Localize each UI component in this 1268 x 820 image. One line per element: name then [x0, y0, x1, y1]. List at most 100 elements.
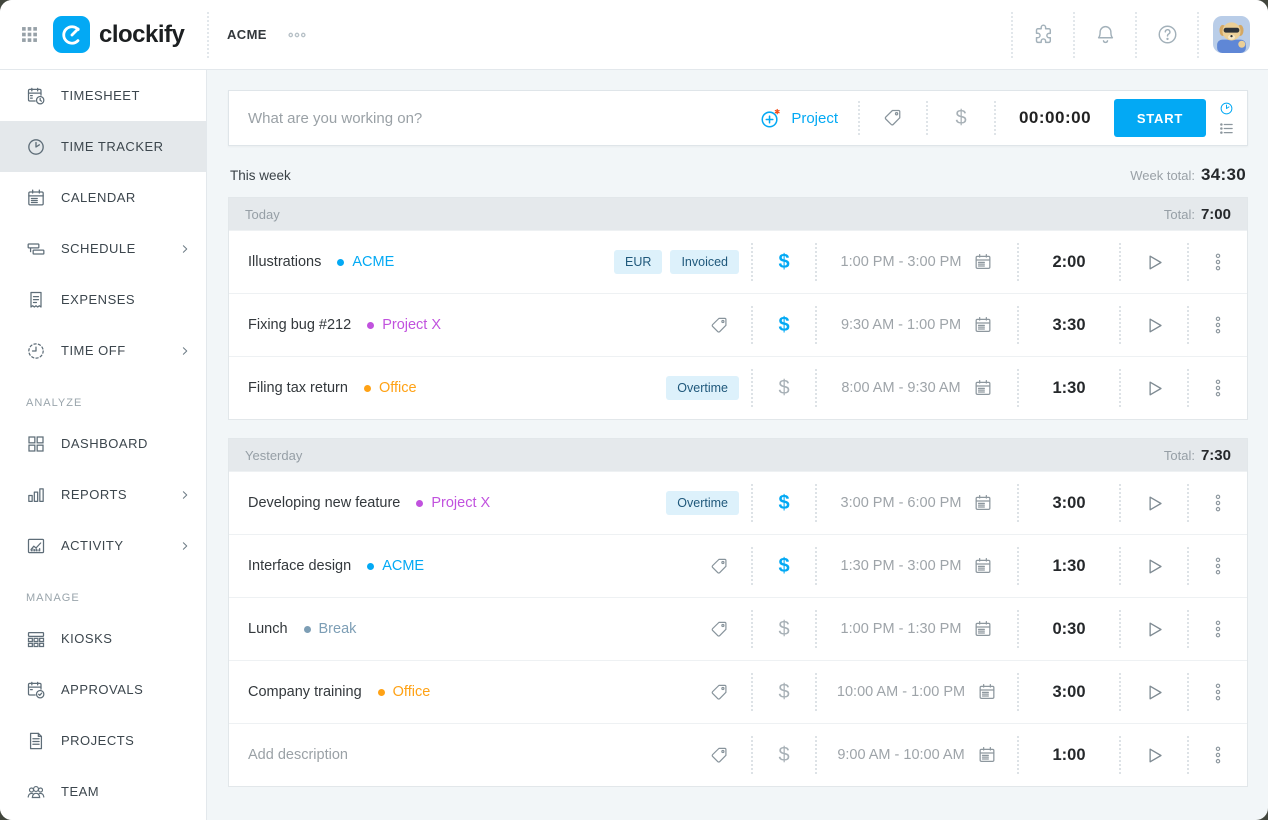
- tags-button[interactable]: [699, 316, 739, 335]
- sidebar-item-kiosks[interactable]: KIOSKS: [0, 613, 206, 664]
- time-range[interactable]: 1:00 PM - 1:30 PM: [841, 621, 962, 637]
- calendar-icon[interactable]: [973, 493, 993, 513]
- tags-button[interactable]: [699, 683, 739, 702]
- entry-menu-button[interactable]: [1189, 378, 1247, 398]
- billable-toggle[interactable]: $: [753, 745, 815, 765]
- calendar-icon[interactable]: [977, 682, 997, 702]
- time-range[interactable]: 8:00 AM - 9:30 AM: [841, 380, 960, 396]
- sidebar-item-reports[interactable]: REPORTS: [0, 469, 206, 520]
- sidebar-item-team[interactable]: TEAM: [0, 766, 206, 817]
- workspace-area: ACME: [209, 25, 1011, 45]
- sidebar-item-timesheet[interactable]: TIMESHEET: [0, 70, 206, 121]
- entry-menu-button[interactable]: [1189, 493, 1247, 513]
- sidebar-item-expenses[interactable]: EXPENSES: [0, 274, 206, 325]
- notifications-button[interactable]: [1075, 0, 1135, 69]
- workspace-menu-icon[interactable]: [287, 25, 307, 45]
- entry-description[interactable]: Company training: [248, 684, 362, 700]
- entry-description[interactable]: Lunch: [248, 621, 288, 637]
- sidebar-item-dashboard[interactable]: DASHBOARD: [0, 418, 206, 469]
- calendar-icon[interactable]: [977, 745, 997, 765]
- sidebar-item-approvals[interactable]: APPROVALS: [0, 664, 206, 715]
- entry-project[interactable]: Office: [363, 380, 417, 396]
- billable-toggle[interactable]: $: [753, 378, 815, 398]
- entry-duration[interactable]: 3:00: [1019, 683, 1119, 702]
- entry-duration[interactable]: 3:30: [1019, 316, 1119, 335]
- billable-toggle[interactable]: $: [928, 108, 994, 128]
- billable-toggle[interactable]: $: [753, 556, 815, 576]
- continue-entry-button[interactable]: [1121, 619, 1187, 640]
- calendar-icon[interactable]: [973, 252, 993, 272]
- entry-duration[interactable]: 3:00: [1019, 494, 1119, 513]
- entry-description-placeholder[interactable]: Add description: [248, 747, 348, 763]
- continue-entry-button[interactable]: [1121, 556, 1187, 577]
- timer-mode-icon[interactable]: [1219, 101, 1234, 116]
- entry-menu-button[interactable]: [1189, 682, 1247, 702]
- entry-project[interactable]: ACME: [337, 254, 394, 270]
- manual-mode-icon[interactable]: [1219, 121, 1234, 136]
- tags-button[interactable]: [860, 108, 926, 128]
- entry-menu-button[interactable]: [1189, 745, 1247, 765]
- tags-button[interactable]: [699, 557, 739, 576]
- sidebar-item-calendar[interactable]: CALENDAR: [0, 172, 206, 223]
- sidebar-item-activity[interactable]: ACTIVITY: [0, 520, 206, 571]
- continue-entry-button[interactable]: [1121, 252, 1187, 273]
- workspace-name[interactable]: ACME: [227, 27, 267, 42]
- description-input[interactable]: [248, 109, 740, 127]
- entry-description[interactable]: Filing tax return: [248, 380, 348, 396]
- time-range[interactable]: 9:30 AM - 1:00 PM: [841, 317, 961, 333]
- sidebar-item-projects[interactable]: PROJECTS: [0, 715, 206, 766]
- billable-toggle[interactable]: $: [753, 252, 815, 272]
- entry-menu-button[interactable]: [1189, 252, 1247, 272]
- entry-description[interactable]: Interface design: [248, 558, 351, 574]
- entry-description[interactable]: Illustrations: [248, 254, 321, 270]
- time-range[interactable]: 1:30 PM - 3:00 PM: [841, 558, 962, 574]
- apps-grid-icon[interactable]: [20, 25, 39, 44]
- time-range[interactable]: 3:00 PM - 6:00 PM: [841, 495, 962, 511]
- document-icon: [26, 731, 46, 751]
- start-button[interactable]: START: [1114, 99, 1206, 137]
- entry-project[interactable]: Project X: [416, 495, 490, 511]
- entry-project[interactable]: Project X: [367, 317, 441, 333]
- continue-entry-button[interactable]: [1121, 745, 1187, 766]
- entry-duration[interactable]: 1:30: [1019, 379, 1119, 398]
- entry-menu-button[interactable]: [1189, 556, 1247, 576]
- continue-entry-button[interactable]: [1121, 378, 1187, 399]
- entry-menu-button[interactable]: [1189, 315, 1247, 335]
- billable-toggle[interactable]: $: [753, 619, 815, 639]
- billable-toggle[interactable]: $: [753, 682, 815, 702]
- sidebar-item-time-tracker[interactable]: TIME TRACKER: [0, 121, 206, 172]
- continue-entry-button[interactable]: [1121, 315, 1187, 336]
- integrations-button[interactable]: [1013, 0, 1073, 69]
- dashed-clock-icon: [26, 341, 46, 361]
- user-menu[interactable]: [1199, 16, 1268, 53]
- continue-entry-button[interactable]: [1121, 682, 1187, 703]
- tags-button[interactable]: [699, 746, 739, 765]
- calendar-icon[interactable]: [973, 619, 993, 639]
- sidebar-item-schedule[interactable]: SCHEDULE: [0, 223, 206, 274]
- select-project-button[interactable]: Project: [739, 107, 858, 130]
- entry-menu-button[interactable]: [1189, 619, 1247, 639]
- billable-toggle[interactable]: $: [753, 315, 815, 335]
- time-range[interactable]: 9:00 AM - 10:00 AM: [837, 747, 964, 763]
- play-icon: [1144, 682, 1165, 703]
- calendar-icon[interactable]: [973, 556, 993, 576]
- calendar-icon[interactable]: [973, 315, 993, 335]
- calendar-icon[interactable]: [973, 378, 993, 398]
- tags-button[interactable]: [699, 620, 739, 639]
- billable-toggle[interactable]: $: [753, 493, 815, 513]
- entry-duration[interactable]: 1:00: [1019, 746, 1119, 765]
- help-button[interactable]: [1137, 0, 1197, 69]
- time-range[interactable]: 1:00 PM - 3:00 PM: [841, 254, 962, 270]
- time-range[interactable]: 10:00 AM - 1:00 PM: [837, 684, 965, 700]
- entry-duration[interactable]: 1:30: [1019, 557, 1119, 576]
- entry-duration[interactable]: 2:00: [1019, 253, 1119, 272]
- clockify-logo[interactable]: clockify: [53, 16, 185, 53]
- entry-project[interactable]: Break: [303, 621, 356, 637]
- entry-project[interactable]: Office: [377, 684, 430, 700]
- entry-description[interactable]: Developing new feature: [248, 495, 400, 511]
- entry-duration[interactable]: 0:30: [1019, 620, 1119, 639]
- entry-description[interactable]: Fixing bug #212: [248, 317, 351, 333]
- sidebar-item-time-off[interactable]: TIME OFF: [0, 325, 206, 376]
- continue-entry-button[interactable]: [1121, 493, 1187, 514]
- entry-project[interactable]: ACME: [367, 558, 424, 574]
